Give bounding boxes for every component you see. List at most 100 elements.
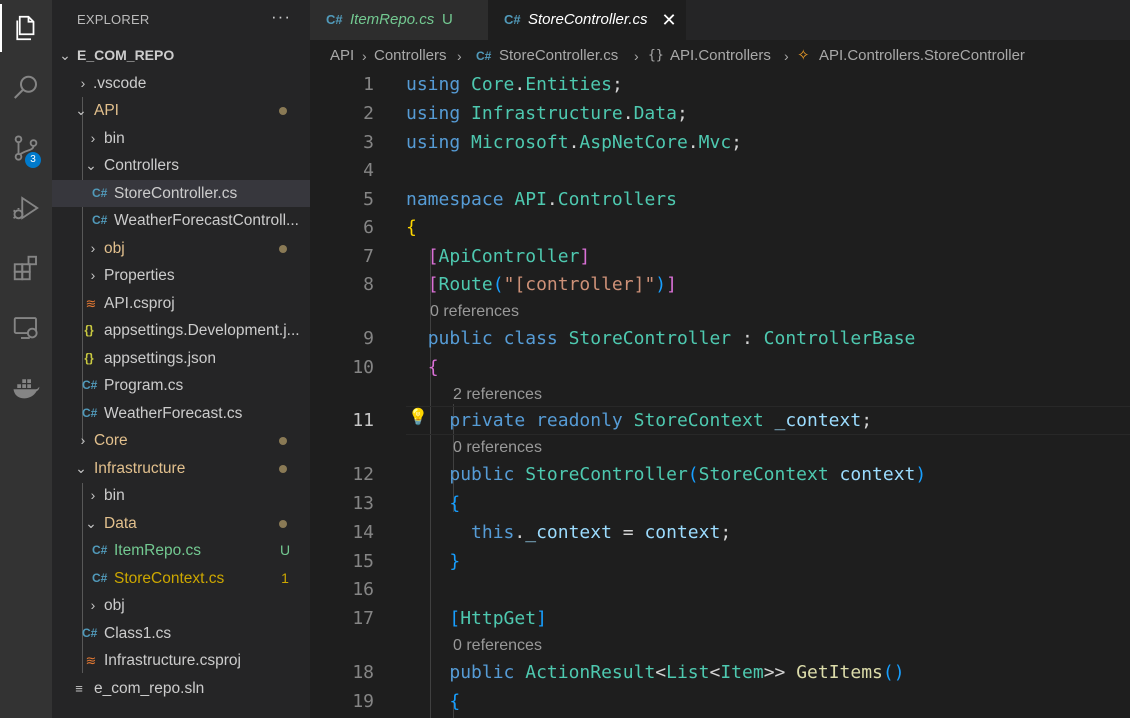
- tree-label: Infrastructure.csproj: [104, 652, 241, 669]
- tree-folder-api-bin[interactable]: › bin: [52, 125, 310, 152]
- chevron-right-icon: ›: [90, 240, 96, 256]
- tree-folder-api[interactable]: ⌄ API: [52, 97, 310, 124]
- line-number: 7: [363, 246, 374, 267]
- tree-label: e_com_repo.sln: [94, 680, 205, 697]
- tab-label: StoreController.cs: [528, 11, 648, 28]
- chevron-down-icon: ⌄: [75, 102, 87, 118]
- modified-dot: [279, 520, 287, 528]
- chevron-right-icon: ›: [90, 597, 96, 613]
- csharp-file-icon: C#: [92, 213, 108, 227]
- tree-file-appsettings[interactable]: {} appsettings.json: [52, 345, 310, 372]
- modified-dot: [279, 437, 287, 445]
- breadcrumb-item[interactable]: Controllers: [374, 40, 447, 72]
- tree-folder-infra-bin[interactable]: › bin: [52, 482, 310, 509]
- codelens-references[interactable]: 0 references: [430, 300, 519, 324]
- tree-file-weatherforecast[interactable]: C# WeatherForecast.cs: [52, 400, 310, 427]
- tree-folder-infrastructure[interactable]: ⌄ Infrastructure: [52, 455, 310, 482]
- code-line: [ApiController]: [427, 246, 591, 267]
- csharp-file-icon: C#: [82, 406, 98, 420]
- chevron-right-icon: ›: [362, 48, 367, 64]
- class-icon: ✧: [797, 47, 810, 64]
- code-editor[interactable]: 1 2 3 4 5 6 7 8 9 10 11 12 13 14 15 16 1…: [310, 72, 1130, 718]
- breadcrumb-item[interactable]: API.Controllers: [670, 40, 771, 72]
- activity-search[interactable]: [0, 64, 52, 112]
- line-number: 17: [352, 608, 374, 629]
- activity-remote-explorer[interactable]: [0, 304, 52, 352]
- tree-folder-controllers[interactable]: ⌄ Controllers: [52, 152, 310, 179]
- tree-file-itemrepo[interactable]: C# ItemRepo.cs U: [52, 537, 310, 564]
- tree-file-storecontext[interactable]: C# StoreContext.cs 1: [52, 565, 310, 592]
- source-control-badge: 3: [25, 152, 41, 168]
- line-number: 16: [352, 579, 374, 600]
- tree-label: Controllers: [104, 157, 179, 174]
- tree-label: bin: [104, 487, 125, 504]
- codelens-references[interactable]: 0 references: [453, 634, 542, 658]
- more-actions-button[interactable]: ···: [270, 6, 292, 28]
- tree-folder-api-obj[interactable]: › obj: [52, 235, 310, 262]
- code-line: this._context = context;: [471, 522, 732, 543]
- tab-storecontroller[interactable]: C# StoreController.cs ✕: [488, 0, 686, 40]
- tree-label: appsettings.Development.j...: [104, 322, 300, 339]
- chevron-right-icon: ›: [634, 48, 639, 64]
- sidebar-header: EXPLORER ···: [52, 0, 310, 38]
- tree-folder-root[interactable]: ⌄ E_COM_REPO: [52, 42, 310, 69]
- namespace-icon: {}: [648, 48, 664, 63]
- untracked-badge: U: [442, 11, 453, 28]
- tree-file-class1[interactable]: C# Class1.cs: [52, 620, 310, 647]
- code-line: using Microsoft.AspNetCore.Mvc;: [406, 132, 742, 153]
- tree-folder-data[interactable]: ⌄ Data: [52, 510, 310, 537]
- tree-file-program[interactable]: C# Program.cs: [52, 372, 310, 399]
- activity-source-control[interactable]: 3: [0, 124, 52, 172]
- tree-label: StoreController.cs: [114, 185, 238, 202]
- csharp-file-icon: C#: [326, 12, 343, 27]
- chevron-right-icon: ›: [80, 75, 86, 91]
- tree-file-storecontroller[interactable]: C# StoreController.cs: [52, 180, 310, 207]
- csharp-file-icon: C#: [504, 12, 521, 27]
- tree-file-weatherforecastcontroller[interactable]: C# WeatherForecastControll...: [52, 207, 310, 234]
- breadcrumb-item[interactable]: API: [330, 40, 354, 72]
- tree-folder-vscode[interactable]: › .vscode: [52, 70, 310, 97]
- tree-folder-core[interactable]: › Core: [52, 427, 310, 454]
- chevron-down-icon: ⌄: [85, 157, 97, 173]
- chevron-right-icon: ›: [457, 48, 462, 64]
- activity-run-debug[interactable]: [0, 184, 52, 232]
- lines-file-icon: ≡: [75, 681, 83, 696]
- activity-extensions[interactable]: [0, 244, 52, 292]
- codelens-references[interactable]: 0 references: [453, 436, 542, 460]
- tree-folder-infra-obj[interactable]: › obj: [52, 592, 310, 619]
- tab-itemrepo[interactable]: C# ItemRepo.cs U: [310, 0, 488, 40]
- tree-label: bin: [104, 130, 125, 147]
- tree-label: obj: [104, 240, 125, 257]
- chevron-right-icon: ›: [90, 487, 96, 503]
- close-icon[interactable]: ✕: [660, 0, 678, 40]
- search-icon: [14, 75, 37, 99]
- line-number: 15: [352, 551, 374, 572]
- csharp-file-icon: C#: [92, 186, 108, 200]
- tree-file-appsettings-dev[interactable]: {} appsettings.Development.j...: [52, 317, 310, 344]
- breadcrumb-item[interactable]: StoreController.cs: [499, 40, 618, 72]
- remote-explorer-icon: [13, 317, 38, 339]
- tree-file-sln[interactable]: ≡ e_com_repo.sln: [52, 675, 310, 702]
- tree-label: .vscode: [93, 75, 147, 92]
- csharp-file-icon: C#: [92, 543, 108, 557]
- tree-label: WeatherForecast.cs: [104, 405, 243, 422]
- code-line: namespace API.Controllers: [406, 189, 677, 210]
- explorer-sidebar: EXPLORER ··· ⌄ E_COM_REPO › .vscode ⌄ AP…: [52, 0, 310, 718]
- breadcrumb: API › Controllers › C# StoreController.c…: [310, 40, 1130, 72]
- tree-file-api-csproj[interactable]: ≋ API.csproj: [52, 290, 310, 317]
- line-number: 19: [352, 691, 374, 712]
- tree-file-infrastructure-csproj[interactable]: ≋ Infrastructure.csproj: [52, 647, 310, 674]
- line-number: 5: [363, 189, 374, 210]
- run-debug-icon: [13, 196, 39, 220]
- line-number: 4: [363, 160, 374, 181]
- activity-explorer[interactable]: [0, 4, 52, 52]
- rss-file-icon: ≋: [85, 653, 97, 668]
- docker-icon: [13, 379, 40, 399]
- untracked-badge: U: [279, 542, 291, 558]
- tree-label: E_COM_REPO: [77, 47, 175, 63]
- codelens-references[interactable]: 2 references: [453, 383, 542, 407]
- tree-folder-properties[interactable]: › Properties: [52, 262, 310, 289]
- breadcrumb-item[interactable]: API.Controllers.StoreController: [819, 40, 1025, 72]
- tree-label: Data: [104, 515, 137, 532]
- activity-docker[interactable]: [0, 364, 52, 412]
